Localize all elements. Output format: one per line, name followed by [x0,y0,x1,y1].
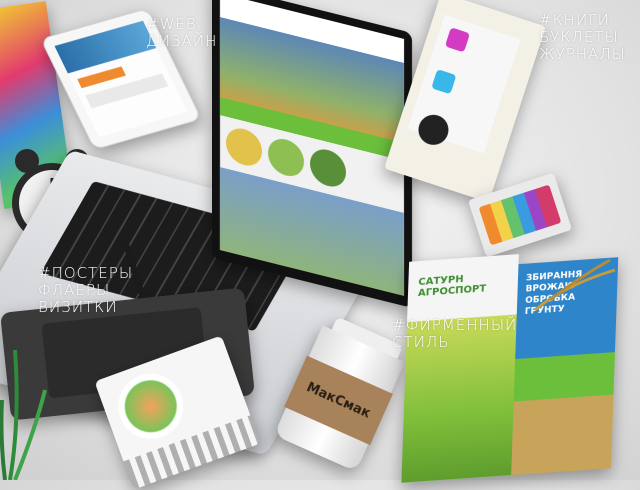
tag-brand-identity: #ФИРМЕННЫЙ СТИЛЬ [392,316,518,351]
brochure-logo: САТУРН АГРОСПОРТ [417,274,487,300]
laptop-screen [212,0,412,308]
plant-icon [0,330,50,481]
cup-brand-label: МакСмак [304,379,373,422]
website-mockup [220,0,404,296]
tag-posters-flyers-cards: #ПОСТЕРЫ ФЛАЕРЫ ВИЗИТКИ [38,264,134,316]
book [384,0,546,203]
book-cover-art [407,14,521,154]
tag-web-design: #WEB ДИЗАЙН [146,15,218,50]
tag-books-booklets-magazines: #КНИГИ БУКЛЕТЫ ЖУРНАЛЫ [539,11,626,63]
wheat-icon [530,255,620,315]
brochure-cover: САТУРН АГРОСПОРТ [401,254,519,483]
